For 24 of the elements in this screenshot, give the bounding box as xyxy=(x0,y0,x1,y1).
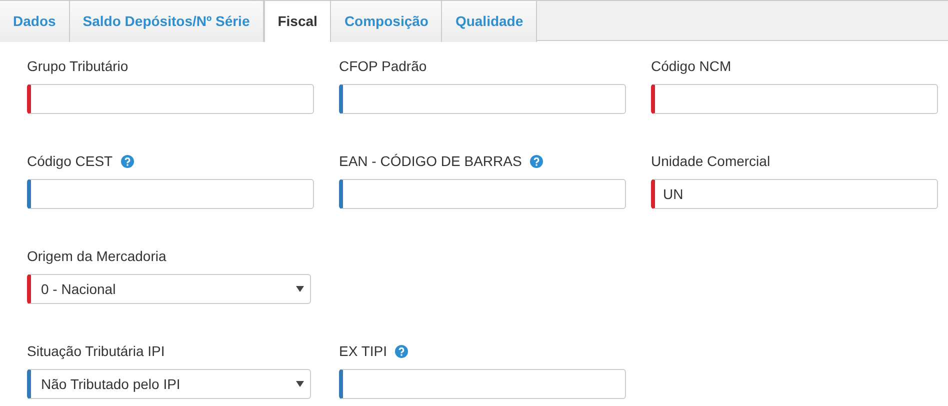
help-icon[interactable] xyxy=(120,154,134,168)
field-label: Código CEST xyxy=(27,152,113,171)
field-label: Grupo Tributário xyxy=(27,56,128,76)
field-label: Código NCM xyxy=(651,56,732,76)
input-field[interactable] xyxy=(651,84,938,114)
dropdown-caret-icon xyxy=(296,381,304,387)
field-label: CFOP Padrão xyxy=(339,56,427,76)
input-field[interactable] xyxy=(339,369,626,399)
input-field[interactable] xyxy=(27,84,314,114)
input-field[interactable]: UN xyxy=(651,179,938,209)
field-label: Origem da Mercadoria xyxy=(27,246,166,266)
help-icon[interactable] xyxy=(394,344,408,358)
field-label: Unidade Comercial xyxy=(651,152,770,170)
field-label: EX TIPI xyxy=(339,342,387,360)
help-icon[interactable] xyxy=(530,154,543,168)
select-field[interactable]: 0 - Nacional xyxy=(27,274,311,304)
input-field[interactable] xyxy=(339,179,626,209)
input-field[interactable] xyxy=(339,84,626,114)
tab[interactable]: Fiscal xyxy=(264,1,332,42)
input-field[interactable] xyxy=(27,179,314,209)
field-label: Situação Tributária IPI xyxy=(27,342,165,361)
dropdown-caret-icon xyxy=(296,286,304,292)
select-field[interactable]: Não Tributado pelo IPI xyxy=(27,369,311,399)
field-label: EAN - CÓDIGO DE BARRAS xyxy=(339,152,522,170)
